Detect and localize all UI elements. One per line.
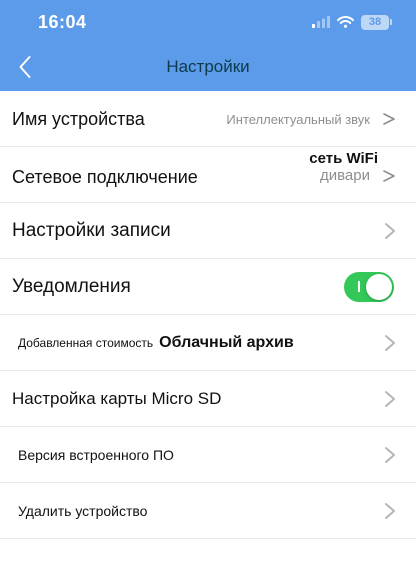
notifications-toggle[interactable]	[344, 272, 394, 302]
chevron-right-icon	[385, 223, 395, 239]
network-wifi-name: сеть WiFi	[309, 150, 378, 167]
chevron-right-icon	[383, 113, 395, 125]
header-bar: 16:04 38 Настройки	[0, 0, 416, 91]
row-firmware-version[interactable]: Версия встроенного ПО	[0, 427, 416, 483]
sd-card-label: Настройка карты Micro SD	[12, 389, 222, 408]
chevron-right-icon	[385, 335, 395, 351]
row-sd-card[interactable]: Настройка карты Micro SD	[0, 371, 416, 427]
device-name-label: Имя устройства	[12, 108, 145, 129]
row-network[interactable]: Сетевое подключение сеть WiFi дивари	[0, 147, 416, 203]
cloud-archive-label: Добавленная стоимость Облачный архив	[18, 315, 294, 371]
chevron-right-icon	[385, 391, 395, 407]
page-title: Настройки	[166, 57, 250, 76]
wifi-icon	[337, 16, 354, 28]
device-name-value: Интеллектуальный звук	[226, 111, 370, 127]
battery-tip	[390, 19, 392, 25]
recording-settings-label: Настройки записи	[12, 220, 171, 241]
status-icons: 38	[312, 14, 392, 30]
cellular-signal-icon	[312, 16, 330, 28]
row-device-name[interactable]: Имя устройства Интеллектуальный звук	[0, 91, 416, 147]
battery-level: 38	[368, 15, 382, 28]
status-time: 16:04	[38, 12, 87, 32]
battery-icon: 38	[361, 14, 389, 30]
firmware-version-label: Версия встроенного ПО	[18, 447, 174, 463]
network-label: Сетевое подключение	[12, 166, 198, 187]
row-cloud-archive[interactable]: Добавленная стоимость Облачный архив	[0, 315, 416, 371]
cloud-archive-title: Облачный архив	[159, 334, 294, 351]
row-recording-settings[interactable]: Настройки записи	[0, 203, 416, 259]
chevron-right-icon	[385, 503, 395, 519]
notifications-label: Уведомления	[12, 276, 131, 297]
network-value: дивари	[320, 167, 370, 184]
chevron-right-icon	[383, 170, 395, 182]
chevron-right-icon	[385, 447, 395, 463]
delete-device-label: Удалить устройство	[18, 503, 148, 519]
toggle-knob	[366, 274, 392, 300]
row-notifications: Уведомления	[0, 259, 416, 315]
row-delete-device[interactable]: Удалить устройство	[0, 483, 416, 539]
cloud-archive-prefix: Добавленная стоимость	[18, 336, 154, 350]
toggle-on-mark	[358, 281, 360, 292]
